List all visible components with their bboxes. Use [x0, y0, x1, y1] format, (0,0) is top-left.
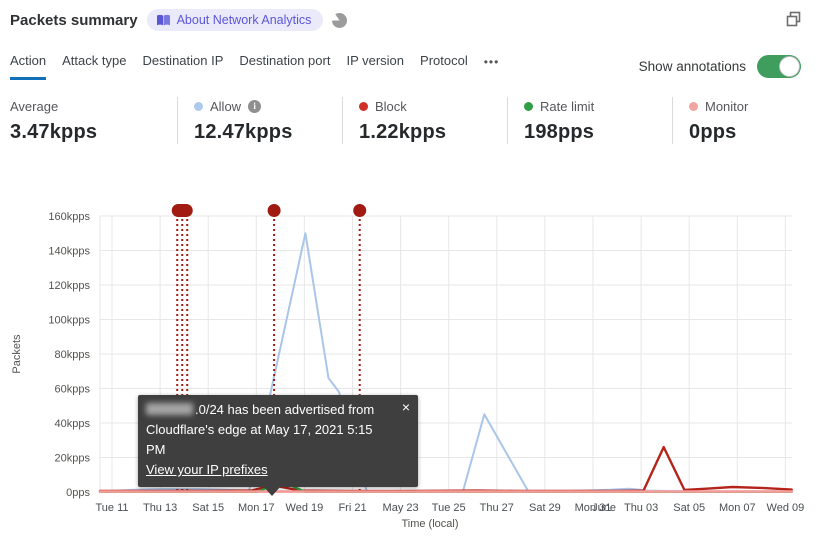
annotation-group-marker[interactable]: [171, 204, 193, 217]
tooltip-line1: .0/24 has been advertised from: [146, 400, 394, 420]
annotation-marker[interactable]: [267, 204, 281, 217]
y-tick-label: 80kpps: [55, 349, 91, 361]
x-tick-label: Tue 11: [95, 502, 128, 514]
network-analytics-panel: Packets summary About Network Analytics …: [0, 0, 816, 545]
annotation-marker[interactable]: [353, 204, 367, 217]
x-tick-label: Sat 29: [529, 502, 561, 514]
y-tick-label: 40kpps: [55, 418, 91, 430]
x-tick-label: Thu 13: [143, 502, 177, 514]
x-tick-label: May 23: [383, 502, 419, 514]
y-tick-label: 120kpps: [48, 280, 90, 292]
x-tick-label: Mon 07: [719, 502, 756, 514]
x-tick-label: Thu 03: [624, 502, 658, 514]
x-tick-label: Wed 09: [767, 502, 805, 514]
view-ip-prefixes-link[interactable]: View your IP prefixes: [146, 462, 268, 477]
x-tick-label: Wed 19: [286, 502, 324, 514]
annotation-tooltip: × .0/24 has been advertised from Cloudfl…: [138, 395, 418, 496]
x-tick-label: Thu 27: [480, 502, 514, 514]
month-label: June: [592, 502, 616, 514]
y-tick-label: 160kpps: [48, 211, 90, 223]
x-tick-label: Sat 05: [673, 502, 705, 514]
y-tick-label: 100kpps: [48, 315, 90, 327]
x-axis-title: Time (local): [401, 518, 458, 530]
x-tick-label: Fri 21: [338, 502, 366, 514]
x-tick-label: Tue 25: [432, 502, 466, 514]
y-axis-title: Packets: [11, 334, 23, 374]
tooltip-line2: Cloudflare's edge at May 17, 2021 5:15 P…: [146, 422, 373, 457]
tooltip-arrow: [263, 486, 281, 496]
close-icon[interactable]: ×: [402, 397, 410, 417]
y-tick-label: 0pps: [66, 487, 90, 499]
y-tick-label: 140kpps: [48, 246, 90, 258]
redacted-ip-prefix: [146, 403, 193, 415]
x-tick-label: Mon 17: [238, 502, 275, 514]
y-tick-label: 60kpps: [55, 384, 91, 396]
y-tick-label: 20kpps: [55, 453, 91, 465]
x-tick-label: Sat 15: [192, 502, 224, 514]
